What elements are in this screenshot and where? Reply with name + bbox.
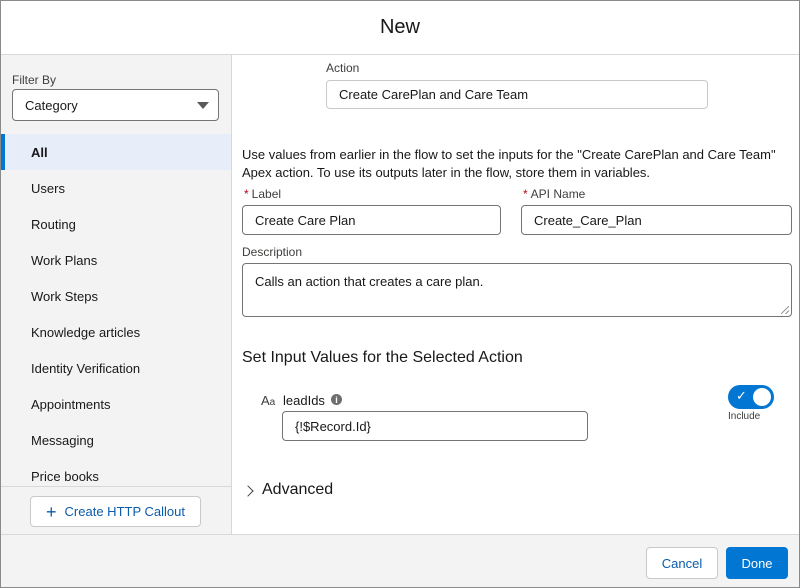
category-item-work-steps[interactable]: Work Steps bbox=[1, 278, 231, 314]
form-intro-text: Use values from earlier in the flow to s… bbox=[242, 147, 776, 180]
param-value-input[interactable]: {!$Record.Id} bbox=[282, 411, 588, 441]
category-item-users[interactable]: Users bbox=[1, 170, 231, 206]
info-icon[interactable]: i bbox=[331, 394, 342, 405]
modal-header: New bbox=[1, 1, 799, 55]
category-list: All Users Routing Work Plans Work Steps … bbox=[1, 134, 231, 494]
description-label: Description bbox=[242, 245, 303, 259]
resize-handle-icon[interactable] bbox=[781, 306, 789, 314]
description-textarea[interactable]: Calls an action that creates a care plan… bbox=[242, 263, 792, 317]
category-label: Routing bbox=[31, 216, 76, 232]
category-label: Work Plans bbox=[31, 252, 98, 268]
category-item-routing[interactable]: Routing bbox=[1, 206, 231, 242]
category-label: Messaging bbox=[31, 432, 94, 448]
api-name-input[interactable]: Create_Care_Plan bbox=[521, 205, 792, 235]
category-item-messaging[interactable]: Messaging bbox=[1, 422, 231, 458]
text-type-icon: Aa bbox=[261, 393, 275, 408]
modal-footer: Cancel Done bbox=[1, 534, 799, 587]
category-label: Knowledge articles bbox=[31, 324, 141, 340]
category-label: Price books bbox=[31, 468, 99, 484]
category-label: Identity Verification bbox=[31, 360, 141, 376]
label-input-value: Create Care Plan bbox=[255, 212, 356, 228]
sidebar-footer: + Create HTTP Callout bbox=[1, 486, 231, 534]
description-value: Calls an action that creates a care plan… bbox=[255, 274, 484, 289]
plus-icon: + bbox=[46, 501, 57, 522]
action-input[interactable]: Create CarePlan and Care Team bbox=[326, 80, 708, 109]
input-values-heading: Set Input Values for the Selected Action bbox=[242, 349, 523, 366]
category-label: Users bbox=[31, 180, 65, 196]
category-item-identity-verification[interactable]: Identity Verification bbox=[1, 350, 231, 386]
toggle-knob bbox=[753, 388, 771, 406]
done-button[interactable]: Done bbox=[726, 547, 788, 579]
category-item-all[interactable]: All bbox=[1, 134, 231, 170]
sidebar: Filter By Category All Users Routing Wor… bbox=[1, 55, 232, 534]
api-name-input-value: Create_Care_Plan bbox=[534, 212, 642, 228]
category-label: All bbox=[31, 144, 48, 160]
param-name: leadIds bbox=[283, 393, 325, 408]
category-item-appointments[interactable]: Appointments bbox=[1, 386, 231, 422]
category-label: Work Steps bbox=[31, 288, 98, 304]
category-item-work-plans[interactable]: Work Plans bbox=[1, 242, 231, 278]
api-name-field-label: * API Name bbox=[523, 187, 585, 201]
category-item-knowledge-articles[interactable]: Knowledge articles bbox=[1, 314, 231, 350]
category-label: Appointments bbox=[31, 396, 111, 412]
label-field-label: * Label bbox=[244, 187, 281, 201]
create-http-callout-label: Create HTTP Callout bbox=[64, 504, 185, 519]
required-marker: * bbox=[244, 187, 249, 201]
action-value: Create CarePlan and Care Team bbox=[339, 87, 529, 102]
filter-select-value: Category bbox=[25, 97, 78, 113]
filter-by-label: Filter By bbox=[12, 73, 57, 87]
param-value: {!$Record.Id} bbox=[295, 418, 371, 434]
advanced-label: Advanced bbox=[262, 481, 334, 498]
include-toggle[interactable]: ✓ bbox=[728, 385, 774, 409]
label-input[interactable]: Create Care Plan bbox=[242, 205, 501, 235]
text-type-icon-big: A bbox=[261, 393, 270, 408]
cancel-button[interactable]: Cancel bbox=[646, 547, 718, 579]
check-icon: ✓ bbox=[736, 388, 747, 403]
chevron-right-icon bbox=[242, 484, 254, 497]
action-label: Action bbox=[326, 61, 360, 75]
label-field-label-text: Label bbox=[251, 187, 282, 201]
text-type-icon-small: a bbox=[269, 397, 276, 408]
create-http-callout-button[interactable]: + Create HTTP Callout bbox=[30, 496, 201, 527]
filter-category-select[interactable]: Category bbox=[12, 89, 219, 121]
required-marker: * bbox=[523, 187, 528, 201]
include-label: Include bbox=[728, 411, 761, 422]
api-name-field-label-text: API Name bbox=[530, 187, 586, 201]
action-form: Action Create CarePlan and Care Team Use… bbox=[232, 55, 799, 534]
modal-window: New Filter By Category All Users Routing… bbox=[0, 0, 800, 588]
modal-title: New bbox=[379, 16, 420, 38]
advanced-section-toggle[interactable]: Advanced bbox=[242, 481, 334, 499]
caret-down-icon bbox=[197, 102, 209, 109]
